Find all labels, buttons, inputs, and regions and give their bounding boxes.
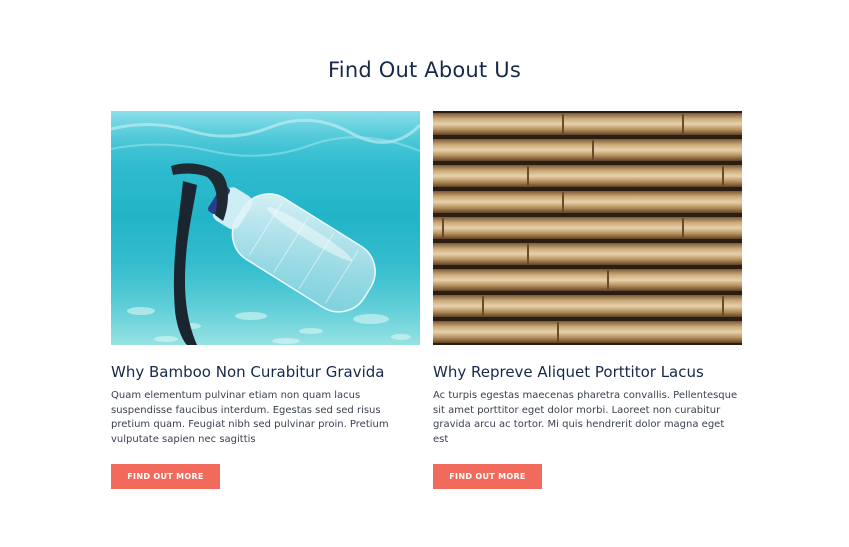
card-title: Why Repreve Aliquet Porttitor Lacus — [433, 363, 704, 381]
bamboo-stalks-image — [433, 111, 742, 345]
card-bamboo: Why Bamboo Non Curabitur Gravida Quam el… — [111, 111, 420, 489]
card-title: Why Bamboo Non Curabitur Gravida — [111, 363, 385, 381]
find-out-more-button[interactable]: FIND OUT MORE — [433, 464, 542, 489]
card-image-plastic-bottle — [111, 111, 420, 345]
card-body: Quam elementum pulvinar etiam non quam l… — [111, 390, 389, 445]
plastic-bottle-underwater-image — [111, 111, 420, 345]
card-repreve: Why Repreve Aliquet Porttitor Lacus Ac t… — [433, 111, 742, 489]
card-body: Ac turpis egestas maecenas pharetra conv… — [433, 390, 738, 445]
find-out-more-button[interactable]: FIND OUT MORE — [111, 464, 220, 489]
section-title: Find Out About Us — [328, 58, 521, 82]
card-image-bamboo — [433, 111, 742, 345]
